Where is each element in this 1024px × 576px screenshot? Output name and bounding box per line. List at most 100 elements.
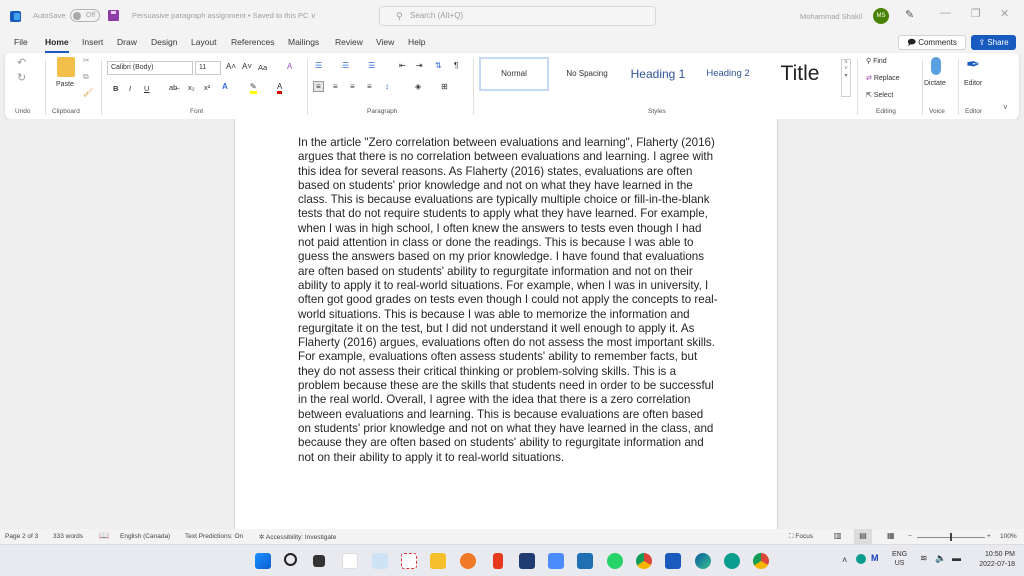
input-language[interactable]: ENG US [892,550,907,568]
file-explorer-icon[interactable] [430,553,446,569]
tab-mailings[interactable]: Mailings [288,37,319,47]
paste-button[interactable]: Paste [56,81,74,88]
share-button[interactable]: ⇪ Share [971,35,1016,50]
proofing-icon[interactable]: 📖 [99,531,109,540]
style-heading-1[interactable]: Heading 1 [623,57,693,91]
dictate-button[interactable]: Dictate [924,80,946,87]
word-taskbar-icon[interactable] [665,553,681,569]
mail-icon[interactable] [577,553,593,569]
tab-home[interactable]: Home [45,37,69,53]
align-left-icon[interactable]: ≡ [313,81,324,92]
search-input[interactable]: ⚲ Search (Alt+Q) [379,6,656,26]
pen-icon[interactable]: ✎ [905,8,914,21]
font-size-select[interactable]: 11 [195,61,221,75]
multilevel-list-icon[interactable]: ☰ [368,61,375,70]
show-formatting-icon[interactable]: ¶ [454,61,458,70]
borders-icon[interactable]: ⊞ [441,82,448,91]
font-name-select[interactable]: Calibri (Body) [107,61,193,75]
chrome-icon[interactable] [636,553,652,569]
snipping-tool-icon[interactable] [401,553,417,569]
subscript-icon[interactable]: x₂ [188,83,195,92]
style-no-spacing[interactable]: No Spacing [556,57,618,91]
accessibility-status[interactable]: ✲ Accessibility: Investigate [259,533,336,541]
justify-icon[interactable]: ≡ [367,82,372,91]
tab-help[interactable]: Help [408,37,425,47]
clock[interactable]: 10:50 PM 2022-07-18 [973,550,1015,570]
decrease-indent-icon[interactable]: ⇤ [399,61,406,70]
edge-icon[interactable] [695,553,711,569]
tab-design[interactable]: Design [151,37,177,47]
document-title[interactable]: Persuasive paragraph assignment • Saved … [132,11,316,20]
style-title[interactable]: Title [765,57,835,91]
undo-icon[interactable]: ↶ [17,56,26,69]
comments-button[interactable]: 🗩 Comments [898,35,966,50]
shrink-font-icon[interactable]: A˅ [242,62,252,71]
style-normal[interactable]: Normal [479,57,549,91]
save-icon[interactable] [108,10,119,21]
photos-icon[interactable] [372,553,388,569]
copy-icon[interactable]: ⧉ [83,72,89,82]
clear-formatting-icon[interactable]: A [287,62,292,71]
eset-tray-icon[interactable] [856,554,866,564]
zoom-app-icon[interactable] [548,553,564,569]
bold-button[interactable]: B [113,84,118,93]
zoom-level[interactable]: 100% [1000,533,1017,540]
word-count[interactable]: 333 words [53,533,83,540]
eset-icon[interactable] [724,553,740,569]
whatsapp-icon[interactable] [607,553,623,569]
numbering-icon[interactable]: ☰ [342,61,349,70]
volume-icon[interactable]: 🔈 [935,553,946,564]
web-layout-icon[interactable]: ▦ [887,531,895,540]
wifi-icon[interactable]: ≋ [920,553,928,564]
avatar[interactable]: MS [873,8,889,24]
strikethrough-icon[interactable]: ab̶ [169,83,177,92]
editor-button[interactable]: Editor [964,80,982,87]
language-status[interactable]: English (Canada) [120,533,170,540]
sort-icon[interactable]: ⇅ [435,61,442,70]
replace-button[interactable]: ⇄ Replace [866,74,900,82]
user-name[interactable]: Mohammad Shakil [800,12,862,21]
bullets-icon[interactable]: ☰ [315,61,322,70]
superscript-icon[interactable]: x² [204,83,210,92]
select-button[interactable]: ⇱ Select [866,91,893,99]
highlight-icon[interactable]: ✎ [250,82,257,94]
document-body-text[interactable]: In the article "Zero correlation between… [298,136,718,465]
tab-view[interactable]: View [376,37,394,47]
autosave-toggle[interactable]: Off [70,9,100,22]
task-view-icon[interactable] [313,555,325,567]
find-button[interactable]: ⚲ Find [866,57,887,65]
grow-font-icon[interactable]: A˄ [226,62,236,71]
paste-icon[interactable] [57,57,75,77]
change-case-button[interactable]: Aa [258,63,267,72]
tab-insert[interactable]: Insert [82,37,103,47]
align-right-icon[interactable]: ≡ [350,82,355,91]
increase-indent-icon[interactable]: ⇥ [416,61,423,70]
tab-file[interactable]: File [14,37,28,47]
shading-icon[interactable]: ◈ [415,82,421,91]
show-hidden-icons[interactable]: ˄ [842,555,847,565]
text-effects-icon[interactable]: A [222,82,228,91]
firefox-icon[interactable] [460,553,476,569]
cut-icon[interactable]: ✂ [83,56,90,65]
print-layout-icon[interactable]: ▤ [854,529,872,544]
search-taskbar-icon[interactable] [284,553,297,566]
line-spacing-icon[interactable]: ↕ [385,82,389,91]
restore-button[interactable]: ❐ [971,7,981,20]
office-icon[interactable] [493,553,503,569]
microsoft-store-icon[interactable] [519,553,535,569]
read-mode-icon[interactable]: ▥ [834,531,842,540]
align-center-icon[interactable]: ≡ [333,82,338,91]
itunes-icon[interactable] [342,553,358,569]
focus-button[interactable]: ⛶ Focus [789,533,813,541]
text-predictions-status[interactable]: Text Predictions: On [185,533,243,540]
format-painter-icon[interactable]: 🖌 [83,88,93,97]
malwarebytes-icon[interactable]: M [871,553,879,563]
styles-scroll[interactable]: ˄ ˅ ▾ [841,59,851,97]
chrome-2-icon[interactable] [753,553,769,569]
redo-icon[interactable]: ↻ [17,71,26,84]
zoom-in-button[interactable]: + [987,533,991,540]
battery-icon[interactable]: ▬ [952,553,961,563]
tab-draw[interactable]: Draw [117,37,137,47]
zoom-slider-thumb[interactable] [950,533,952,541]
microphone-icon[interactable] [931,57,941,75]
